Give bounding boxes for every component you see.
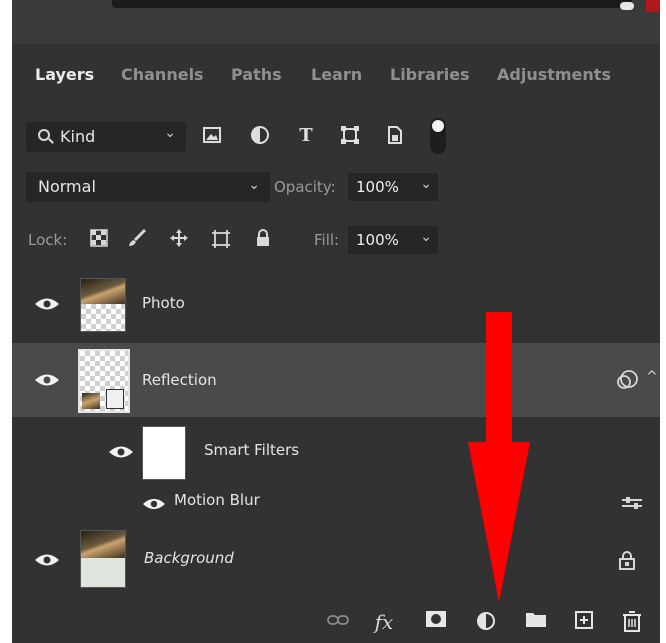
chevron-down-icon: ⌄ <box>164 125 176 141</box>
layer-name: Smart Filters <box>204 441 300 459</box>
filter-kind-select[interactable]: Kind ⌄ <box>26 122 186 152</box>
chevron-up-icon[interactable]: ^ <box>646 369 658 385</box>
top-divider <box>112 0 632 8</box>
opacity-label: Opacity: <box>274 178 336 196</box>
layer-name: Reflection <box>142 371 217 389</box>
thumbnail-image <box>81 531 125 558</box>
fill-field[interactable]: 100% ⌄ <box>348 226 438 254</box>
red-arrow-annotation <box>468 312 530 602</box>
blend-mode-select[interactable]: Normal ⌄ <box>26 172 270 202</box>
top-strip <box>12 0 660 44</box>
lock-icon[interactable] <box>616 549 638 571</box>
eye-icon[interactable] <box>34 373 60 387</box>
artboard-icon[interactable] <box>210 228 232 250</box>
new-layer-icon[interactable] <box>572 610 596 634</box>
chevron-down-icon: ⌄ <box>420 229 432 245</box>
shape-icon[interactable] <box>338 124 362 148</box>
eye-icon[interactable] <box>108 445 134 459</box>
filter-toggle[interactable] <box>430 118 446 154</box>
tab-libraries[interactable]: Libraries <box>390 65 470 84</box>
link-icon[interactable] <box>326 610 350 634</box>
layers-footer-toolbar: fx <box>12 602 660 643</box>
blend-mode-value: Normal <box>38 177 96 196</box>
thumbnail-image <box>82 393 100 409</box>
layer-name: Background <box>144 549 234 567</box>
adjustment-circle-icon[interactable] <box>248 124 272 148</box>
layer-name: Motion Blur <box>174 491 260 509</box>
fill-label: Fill: <box>314 231 340 249</box>
filter-toggle-knob <box>432 120 444 132</box>
fill-value: 100% <box>356 231 399 249</box>
layer-thumbnail <box>80 278 126 332</box>
smart-filter-indicator-icon[interactable] <box>616 369 640 391</box>
layer-name: Photo <box>142 294 185 312</box>
search-icon <box>38 129 50 141</box>
motion-blur-row[interactable]: Motion Blur <box>12 486 660 522</box>
tab-adjustments[interactable]: Adjustments <box>497 65 611 84</box>
folder-icon[interactable] <box>524 610 548 634</box>
layers-panel: Layers Channels Paths Learn Libraries Ad… <box>12 0 660 643</box>
move-icon[interactable] <box>168 228 190 250</box>
chevron-down-icon: ⌄ <box>420 176 432 192</box>
image-icon[interactable] <box>200 124 224 148</box>
top-red-swatch <box>646 0 660 12</box>
tab-layers[interactable]: Layers <box>35 65 94 84</box>
filter-mask-thumbnail <box>142 426 186 480</box>
lock-all-icon[interactable] <box>252 228 274 250</box>
thumbnail-image <box>81 279 125 304</box>
trash-icon[interactable] <box>620 610 644 634</box>
tab-paths[interactable]: Paths <box>231 65 282 84</box>
opacity-value: 100% <box>356 178 399 196</box>
smart-object-icon[interactable] <box>382 124 406 148</box>
layer-row-reflection[interactable]: Reflection ^ <box>12 343 660 417</box>
layer-row-background[interactable]: Background <box>12 526 660 592</box>
eye-icon[interactable] <box>142 497 168 511</box>
layer-thumbnail <box>78 349 130 413</box>
panel-tabs: Layers Channels Paths Learn Libraries Ad… <box>12 58 660 94</box>
smart-filters-row[interactable]: Smart Filters <box>12 420 660 482</box>
lock-label: Lock: <box>28 231 68 249</box>
type-icon[interactable]: T <box>294 124 318 148</box>
tab-channels[interactable]: Channels <box>121 65 204 84</box>
adjustment-layer-icon[interactable] <box>474 610 498 634</box>
eye-icon[interactable] <box>34 553 60 567</box>
lock-transparent-pixels-icon[interactable] <box>88 228 110 250</box>
layer-row-photo[interactable]: Photo <box>12 272 660 336</box>
brush-icon[interactable] <box>126 228 148 250</box>
red-arrow-shape <box>468 312 530 602</box>
filter-kind-label: Kind <box>60 127 96 146</box>
smart-object-badge-icon <box>106 389 124 409</box>
opacity-field[interactable]: 100% ⌄ <box>348 173 438 201</box>
top-toggle-knob <box>620 2 634 10</box>
eye-icon[interactable] <box>34 297 60 311</box>
tab-learn[interactable]: Learn <box>311 65 362 84</box>
layer-thumbnail <box>80 530 126 588</box>
fx-icon[interactable]: fx <box>372 610 396 634</box>
filter-options-icon[interactable] <box>620 494 644 514</box>
mask-icon[interactable] <box>424 610 448 634</box>
chevron-down-icon: ⌄ <box>248 177 260 193</box>
